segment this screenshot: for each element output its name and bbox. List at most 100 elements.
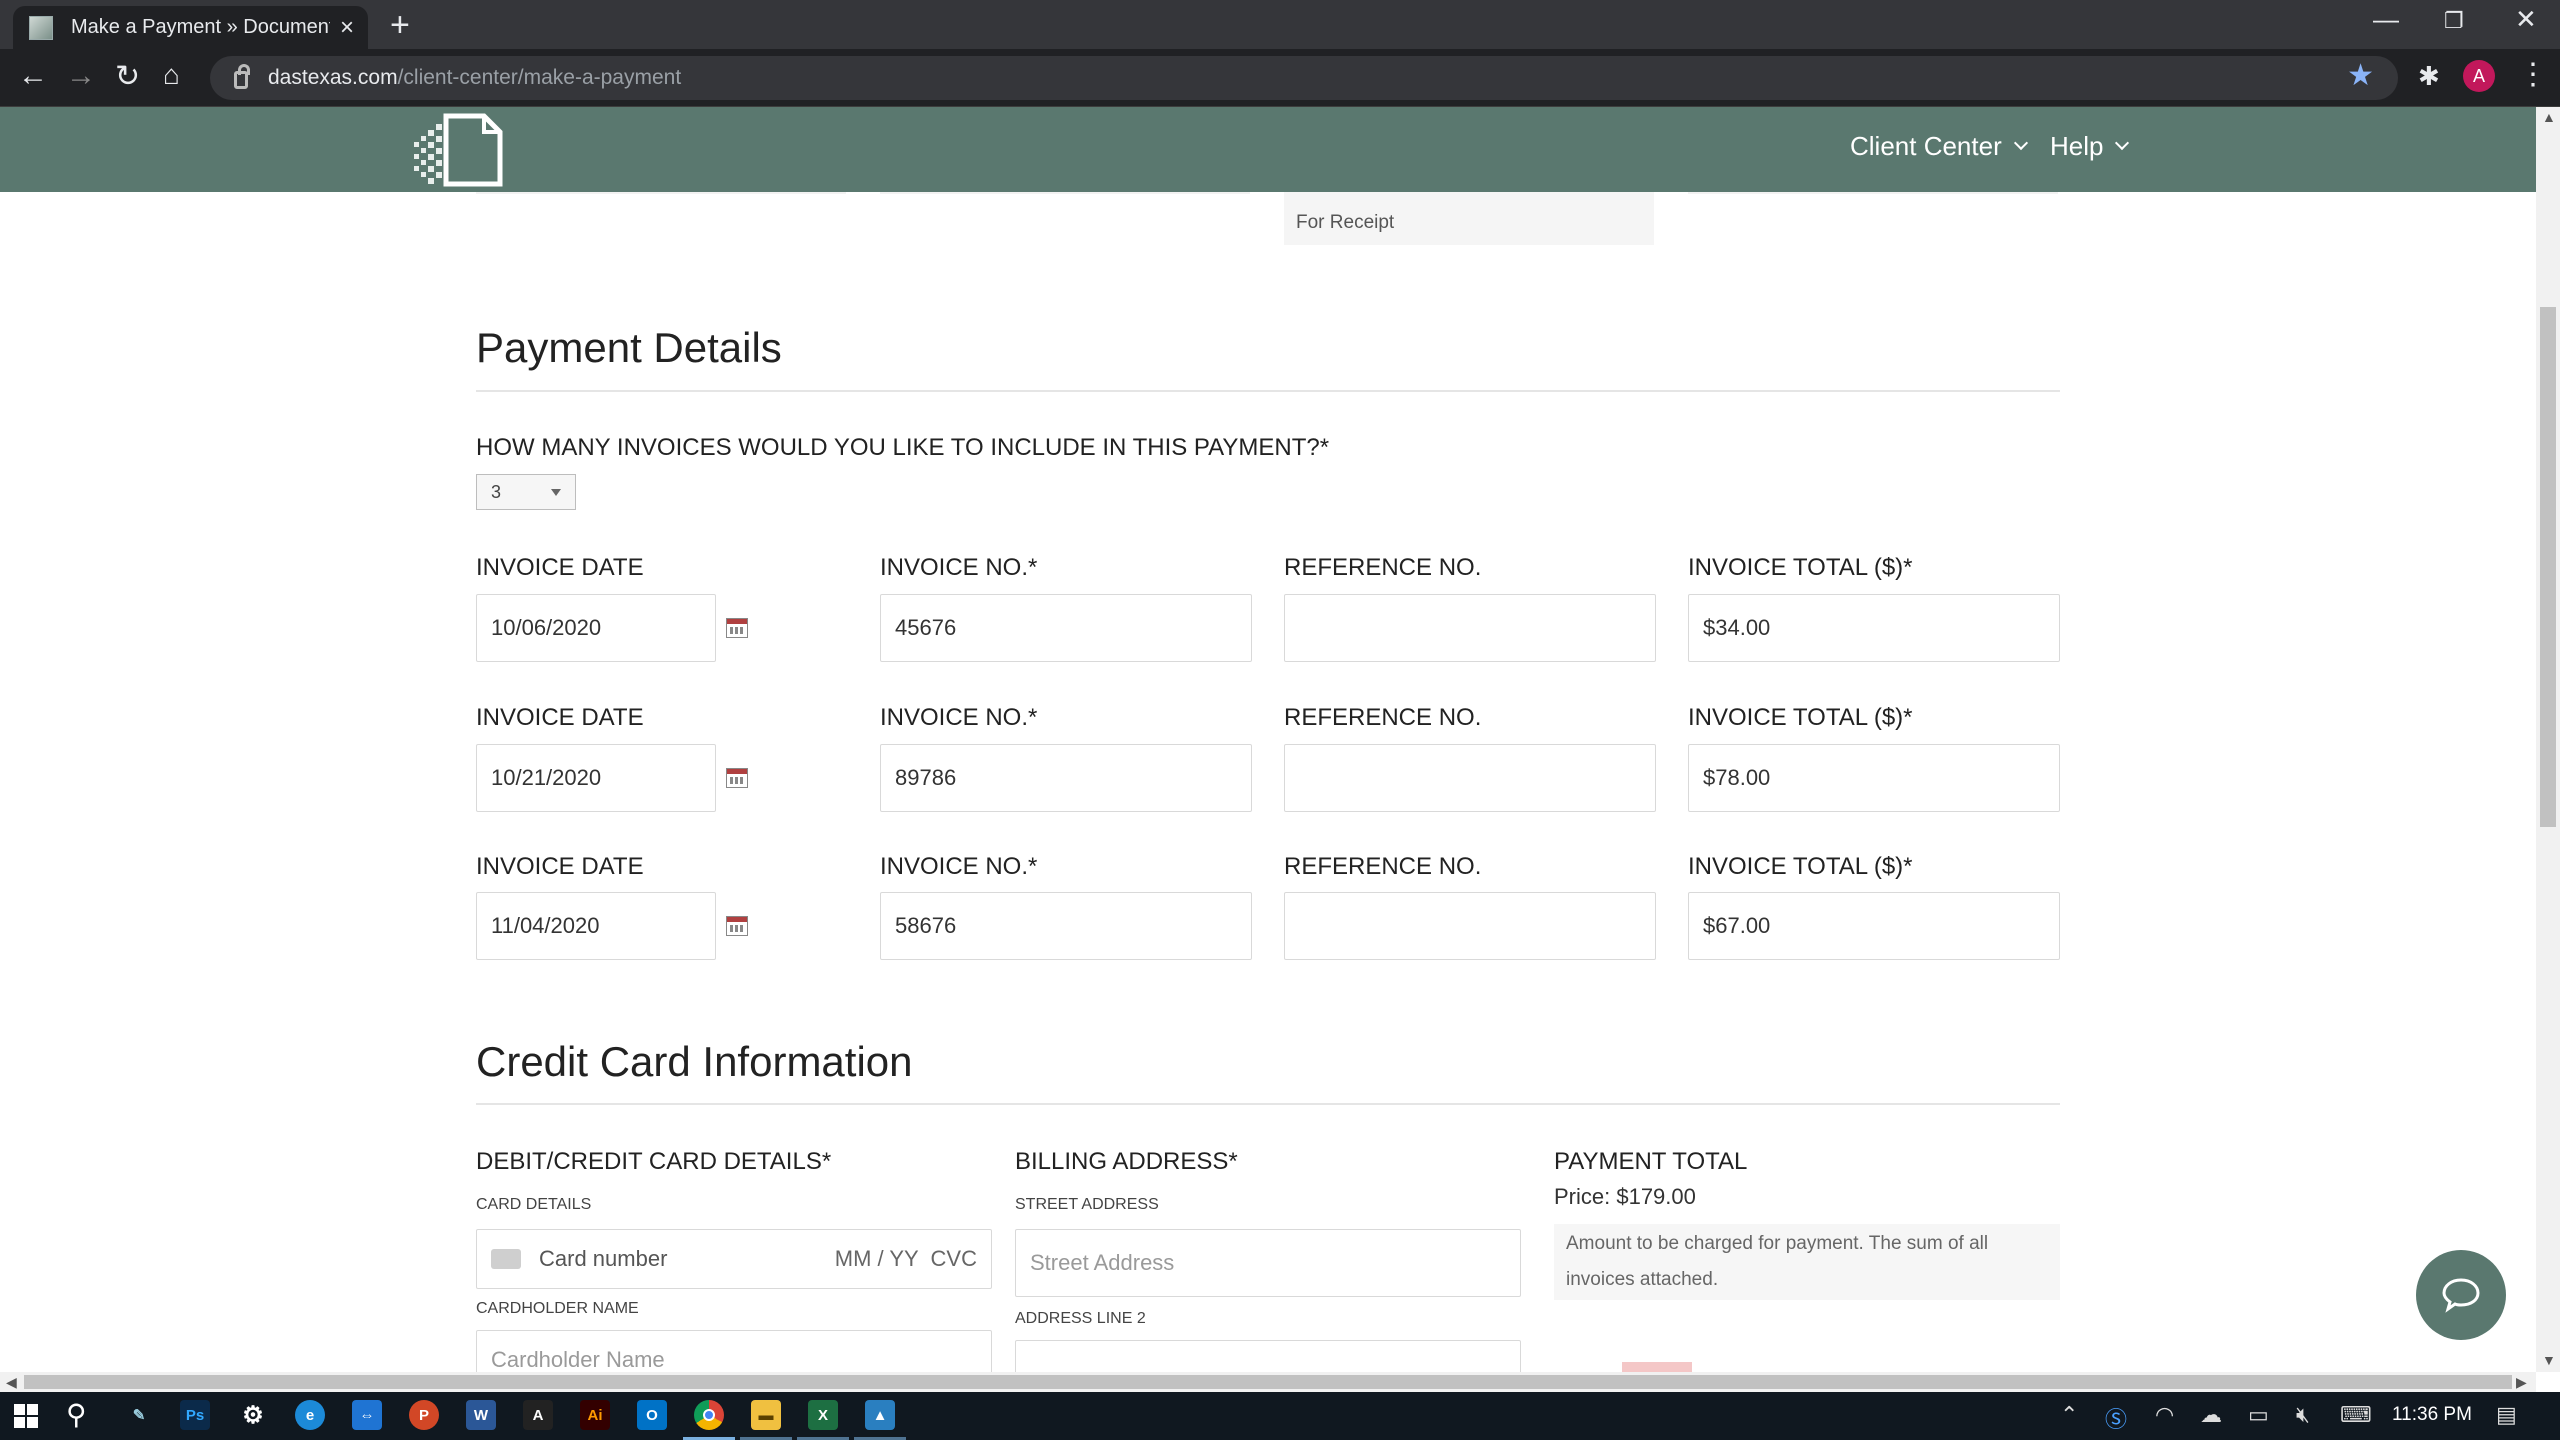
chrome-icon[interactable] — [694, 1400, 724, 1430]
reference-number-label: REFERENCE NO. — [1284, 853, 1482, 880]
nav-help[interactable]: Help — [2050, 131, 2130, 162]
settings-gear-icon[interactable]: ⚙ — [238, 1400, 268, 1430]
profile-avatar[interactable]: A — [2463, 60, 2495, 92]
browser-toolbar: ← → ↻ ⌂ dastexas.com/client-center/make-… — [0, 49, 2560, 107]
scroll-left-icon[interactable]: ◀ — [6, 1374, 17, 1391]
volume-muted-icon[interactable]: 🔇︎ — [2296, 1402, 2310, 1428]
for-receipt-note: For Receipt — [1284, 192, 1654, 245]
browser-menu-icon[interactable]: ⋮ — [2518, 57, 2548, 92]
calendar-icon[interactable] — [726, 916, 748, 936]
horizontal-scroll-thumb[interactable] — [24, 1375, 2512, 1389]
new-tab-icon[interactable]: + — [390, 6, 410, 45]
restore-icon[interactable]: ❐ — [2444, 8, 2464, 34]
credit-card-title: Credit Card Information — [476, 1038, 913, 1085]
scroll-up-icon[interactable]: ▲ — [2542, 109, 2556, 125]
vertical-scrollbar[interactable]: ▲ ▼ — [2536, 107, 2560, 1372]
reference-number-field[interactable] — [1284, 892, 1656, 960]
billing-address-label: BILLING ADDRESS* — [1015, 1148, 1238, 1175]
street-address-placeholder: Street Address — [1030, 1250, 1175, 1275]
calendar-icon[interactable] — [726, 768, 748, 788]
illustrator-icon[interactable]: Ai — [580, 1400, 610, 1430]
minimize-icon[interactable]: — — [2373, 4, 2399, 35]
wifi-icon[interactable]: ◠ — [2155, 1402, 2174, 1428]
reference-number-field[interactable] — [1284, 744, 1656, 812]
card-details-label: CARD DETAILS — [476, 1196, 592, 1213]
address-line-2-label: ADDRESS LINE 2 — [1015, 1310, 1146, 1327]
site-header: Client Center Help — [0, 107, 2536, 192]
window-close-icon[interactable]: ✕ — [2515, 4, 2537, 35]
chat-button[interactable] — [2416, 1250, 2506, 1340]
invoice-number-field[interactable]: 58676 — [880, 892, 1252, 960]
invoice-count-select[interactable]: 3 — [476, 474, 576, 510]
invoice-number-field[interactable]: 89786 — [880, 744, 1252, 812]
cardholder-name-input[interactable]: Cardholder Name — [476, 1330, 992, 1372]
horizontal-scrollbar[interactable]: ◀ ▶ — [0, 1372, 2536, 1392]
skype-icon[interactable]: Ⓢ — [2105, 1402, 2127, 1434]
invoice-date-field[interactable]: 11/04/2020 — [476, 892, 716, 960]
notifications-icon[interactable]: ▤ — [2496, 1402, 2517, 1428]
explorer-tool-icon[interactable]: ✎ — [124, 1400, 154, 1430]
search-icon[interactable]: ⚲ — [66, 1398, 87, 1431]
invoice-number-label: INVOICE NO.* — [880, 554, 1038, 581]
teamviewer-icon[interactable]: ⇔ — [352, 1400, 382, 1430]
home-icon[interactable]: ⌂ — [163, 59, 180, 91]
scroll-down-icon[interactable]: ▼ — [2542, 1352, 2556, 1368]
bookmark-star-icon[interactable]: ★ — [2347, 58, 2374, 93]
payment-total-note: Amount to be charged for payment. The su… — [1554, 1224, 2060, 1300]
address-bar[interactable]: dastexas.com/client-center/make-a-paymen… — [210, 56, 2398, 100]
invoice-date-field[interactable]: 10/06/2020 — [476, 594, 716, 662]
edge-browser-icon[interactable]: e — [295, 1400, 325, 1430]
tab-close-icon[interactable]: × — [340, 14, 354, 42]
address-line-2-input[interactable] — [1015, 1340, 1521, 1372]
invoice-total-label: INVOICE TOTAL ($)* — [1688, 554, 1913, 581]
invoice-number-field[interactable]: 45676 — [880, 594, 1252, 662]
vertical-scroll-thumb[interactable] — [2540, 307, 2556, 827]
payment-total-price: Price: $179.00 — [1554, 1184, 1696, 1209]
outlook-icon[interactable]: O — [637, 1400, 667, 1430]
reference-number-field[interactable] — [1284, 594, 1656, 662]
excel-icon[interactable]: X — [808, 1400, 838, 1430]
onedrive-cloud-icon[interactable]: ☁ — [2200, 1402, 2222, 1428]
nav-client-center[interactable]: Client Center — [1850, 131, 2028, 162]
scroll-right-icon[interactable]: ▶ — [2516, 1374, 2527, 1391]
field-remnant — [880, 192, 1250, 194]
calendar-icon[interactable] — [726, 618, 748, 638]
section-divider — [476, 1103, 2060, 1105]
keyboard-icon[interactable]: ⌨ — [2340, 1402, 2372, 1428]
word-icon[interactable]: W — [466, 1400, 496, 1430]
credit-card-icon — [491, 1249, 521, 1269]
url-host: dastexas.com — [268, 66, 398, 89]
invoice-total-field[interactable]: $34.00 — [1688, 594, 2060, 662]
back-icon[interactable]: ← — [18, 59, 48, 93]
chevron-down-icon — [2013, 135, 2028, 150]
taskbar-clock[interactable]: 11:36 PM — [2392, 1404, 2472, 1426]
powerpoint-icon[interactable]: P — [409, 1400, 439, 1430]
reload-icon[interactable]: ↻ — [115, 59, 140, 94]
invoice-number-label: INVOICE NO.* — [880, 704, 1038, 731]
payment-details-title: Payment Details — [476, 324, 782, 371]
invoice-total-field[interactable]: $78.00 — [1688, 744, 2060, 812]
tray-overflow-chevron-icon[interactable]: ⌃ — [2060, 1402, 2078, 1428]
browser-tab[interactable]: Make a Payment » Document Ac × — [13, 6, 368, 49]
file-explorer-icon[interactable]: ▬ — [751, 1400, 781, 1430]
windows-start-icon[interactable] — [14, 1404, 38, 1428]
invoice-total-field[interactable]: $67.00 — [1688, 892, 2060, 960]
site-logo[interactable] — [412, 112, 504, 188]
card-number-placeholder: Card number — [539, 1246, 668, 1271]
extensions-puzzle-icon[interactable]: ✱ — [2418, 61, 2440, 92]
section-divider — [476, 390, 2060, 392]
windows-taskbar: ⚲ ✎ Ps ⚙ e ⇔ P W A Ai O ▬ X ▲ ⌃ Ⓢ ◠ ☁ ▭ … — [0, 1392, 2560, 1440]
partially-hidden-button[interactable] — [1622, 1362, 1692, 1372]
street-address-input[interactable]: Street Address — [1015, 1229, 1521, 1297]
invoice-date-label: INVOICE DATE — [476, 554, 644, 581]
photos-app-icon[interactable]: ▲ — [865, 1400, 895, 1430]
forward-icon[interactable]: → — [66, 59, 96, 93]
card-number-input[interactable]: Card number MM / YY CVC — [476, 1229, 992, 1289]
photoshop-icon[interactable]: Ps — [180, 1400, 210, 1430]
invoice-date-label: INVOICE DATE — [476, 704, 644, 731]
acrobat-icon[interactable]: A — [523, 1400, 553, 1430]
street-address-label: STREET ADDRESS — [1015, 1196, 1159, 1213]
battery-icon[interactable]: ▭ — [2248, 1402, 2269, 1428]
invoice-date-field[interactable]: 10/21/2020 — [476, 744, 716, 812]
card-details-section-label: DEBIT/CREDIT CARD DETAILS* — [476, 1148, 832, 1175]
